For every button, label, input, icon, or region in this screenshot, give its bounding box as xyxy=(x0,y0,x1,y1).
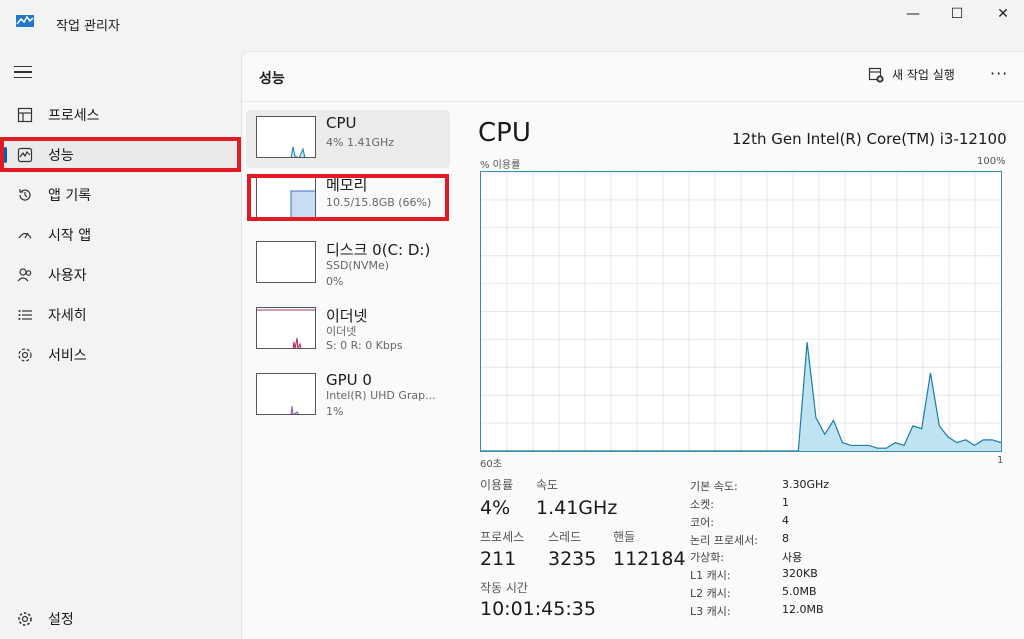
uptime-value: 10:01:45:35 xyxy=(480,598,596,620)
sidebar-item-services[interactable]: 서비스 xyxy=(4,337,236,373)
speed-value: 1.41GHz xyxy=(536,497,618,519)
spec-label: 논리 프로세서: xyxy=(690,534,758,547)
title-bar: 작업 관리자 — ☐ ✕ xyxy=(0,0,1024,46)
disk-thumbnail xyxy=(256,241,316,283)
highlight-box-memory xyxy=(247,174,449,221)
resource-name: CPU xyxy=(326,114,357,132)
more-options-button[interactable]: ··· xyxy=(990,64,1008,83)
spec-label: 가상화: xyxy=(690,551,725,564)
history-icon xyxy=(16,186,34,204)
window-title: 작업 관리자 xyxy=(56,19,120,34)
resource-cpu[interactable]: CPU 4% 1.41GHz xyxy=(246,110,450,168)
spec-value: 320KB xyxy=(782,567,818,580)
resource-name: GPU 0 xyxy=(326,371,372,389)
minimize-button[interactable]: — xyxy=(890,0,936,28)
run-task-label: 새 작업 실행 xyxy=(892,68,955,82)
handles-value: 112184 xyxy=(613,548,686,570)
sidebar-item-label: 서비스 xyxy=(48,348,87,364)
hamburger-menu-icon[interactable] xyxy=(14,66,32,80)
run-task-icon xyxy=(868,67,884,83)
close-icon: ✕ xyxy=(997,6,1009,22)
run-new-task-button[interactable]: 새 작업 실행 xyxy=(868,66,955,83)
graph-ylabel: % 이용률 xyxy=(480,160,521,171)
ethernet-thumbnail xyxy=(256,307,316,349)
close-button[interactable]: ✕ xyxy=(980,0,1024,28)
resource-sub: SSD(NVMe) xyxy=(326,259,390,272)
resource-gpu[interactable]: GPU 0 Intel(R) UHD Grap... 1% xyxy=(246,367,450,425)
resource-sub2: S: 0 R: 0 Kbps xyxy=(326,339,403,352)
utilization-value: 4% xyxy=(480,497,511,519)
utilization-label: 이용률 xyxy=(480,478,514,492)
spec-label: 코어: xyxy=(690,516,714,529)
sidebar-item-app-history[interactable]: 앱 기록 xyxy=(4,177,236,213)
users-icon xyxy=(16,266,34,284)
sidebar-item-label: 시작 앱 xyxy=(48,228,92,244)
resource-disk[interactable]: 디스크 0(C: D:) SSD(NVMe) 0% xyxy=(246,235,450,293)
processes-value: 211 xyxy=(480,548,517,570)
spec-value: 1 xyxy=(782,496,789,509)
sidebar-item-label: 앱 기록 xyxy=(48,188,92,204)
main-header: 성능 새 작업 실행 ··· xyxy=(242,52,1024,102)
highlight-box-performance xyxy=(0,137,241,172)
spec-value: 4 xyxy=(782,514,789,527)
settings-label: 설정 xyxy=(48,612,74,628)
spec-value: 8 xyxy=(782,532,789,545)
sidebar-item-label: 프로세스 xyxy=(48,108,100,124)
spec-label: L3 캐시: xyxy=(690,605,731,618)
processes-icon xyxy=(16,106,34,124)
uptime-label: 작동 시간 xyxy=(480,581,528,595)
spec-label: 소켓: xyxy=(690,498,714,511)
detail-title: CPU xyxy=(478,118,531,148)
processes-label: 프로세스 xyxy=(480,530,525,544)
resource-sub: Intel(R) UHD Grap... xyxy=(326,389,436,402)
cpu-thumbnail xyxy=(256,116,316,158)
gpu-thumbnail xyxy=(256,373,316,415)
spec-value: 사용 xyxy=(782,551,803,564)
cpu-usage-chart xyxy=(481,172,1002,452)
sidebar: 프로세스 성능 앱 기록 시작 앱 사용자 자세히 서비스 설정 xyxy=(0,46,240,639)
resource-ethernet[interactable]: 이더넷 이더넷 S: 0 R: 0 Kbps xyxy=(246,301,450,359)
spec-value: 12.0MB xyxy=(782,603,824,616)
sidebar-item-label: 사용자 xyxy=(48,268,87,284)
resource-sub2: 0% xyxy=(326,275,344,288)
main-panel: 성능 새 작업 실행 ··· CPU 4% 1.41GHz 메모리 10.5/1… xyxy=(241,51,1024,639)
spec-label: L2 캐시: xyxy=(690,587,731,600)
threads-value: 3235 xyxy=(548,548,597,570)
resource-sub: 4% 1.41GHz xyxy=(326,136,395,149)
sidebar-item-label: 자세히 xyxy=(48,308,87,324)
resource-name: 디스크 0(C: D:) xyxy=(326,241,431,259)
spec-label: L1 캐시: xyxy=(690,569,731,582)
task-manager-app-icon xyxy=(16,15,34,27)
sidebar-item-users[interactable]: 사용자 xyxy=(4,257,236,293)
threads-label: 스레드 xyxy=(548,530,582,544)
details-icon xyxy=(16,306,34,324)
spec-value: 3.30GHz xyxy=(782,478,830,491)
resource-sub: 이더넷 xyxy=(326,325,357,338)
maximize-icon: ☐ xyxy=(950,6,964,22)
sidebar-item-details[interactable]: 자세히 xyxy=(4,297,236,333)
speed-label: 속도 xyxy=(536,478,559,492)
sidebar-item-startup-apps[interactable]: 시작 앱 xyxy=(4,217,236,253)
startup-icon xyxy=(16,226,34,244)
sidebar-item-settings[interactable]: 설정 xyxy=(4,601,236,637)
graph-xlabel-start: 60초 xyxy=(480,459,502,470)
page-title: 성능 xyxy=(259,71,285,87)
services-icon xyxy=(16,346,34,364)
minimize-icon: — xyxy=(906,6,920,22)
graph-xlabel-end: 1 xyxy=(997,455,1004,466)
handles-label: 핸들 xyxy=(613,530,636,544)
cpu-usage-graph xyxy=(480,171,1002,452)
sidebar-item-processes[interactable]: 프로세스 xyxy=(4,97,236,133)
spec-value: 5.0MB xyxy=(782,585,817,598)
spec-label: 기본 속도: xyxy=(690,480,738,493)
cpu-model: 12th Gen Intel(R) Core(TM) i3-12100 xyxy=(732,130,1007,148)
maximize-button[interactable]: ☐ xyxy=(934,0,980,28)
resource-sub2: 1% xyxy=(326,405,344,418)
graph-ymax: 100% xyxy=(977,156,1006,167)
settings-gear-icon xyxy=(16,610,34,628)
